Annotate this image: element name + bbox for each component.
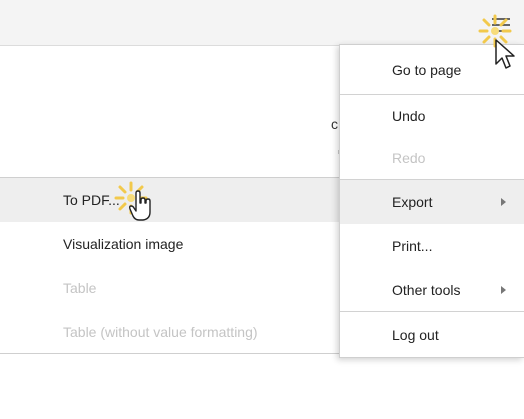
- menu-item-export-label: Export: [392, 194, 433, 210]
- chevron-right-icon: [501, 198, 506, 206]
- menu-item-undo[interactable]: Undo: [340, 94, 524, 138]
- submenu-item-visualization-image[interactable]: Visualization image: [0, 222, 340, 266]
- top-bar: [0, 0, 524, 46]
- export-submenu: To PDF... Visualization image Table Tabl…: [0, 178, 340, 354]
- menu-item-log-out[interactable]: Log out: [340, 313, 524, 357]
- menu-item-export[interactable]: Export: [340, 180, 524, 224]
- background-text: c: [331, 116, 338, 132]
- submenu-item-to-pdf[interactable]: To PDF...: [0, 178, 340, 222]
- main-menu: Go to page Undo Redo Export Print... Oth…: [339, 44, 524, 358]
- menu-item-redo[interactable]: Redo: [340, 136, 524, 180]
- menu-separator: [340, 311, 524, 312]
- menu-item-other-tools[interactable]: Other tools: [340, 268, 524, 312]
- hand-cursor-icon: [128, 190, 151, 221]
- submenu-item-table[interactable]: Table: [0, 266, 340, 310]
- chevron-right-icon: [501, 286, 506, 294]
- submenu-item-table-without-formatting[interactable]: Table (without value formatting): [0, 310, 340, 354]
- menu-item-print[interactable]: Print...: [340, 224, 524, 268]
- arrow-cursor-icon: [495, 39, 515, 69]
- menu-item-other-tools-label: Other tools: [392, 282, 461, 298]
